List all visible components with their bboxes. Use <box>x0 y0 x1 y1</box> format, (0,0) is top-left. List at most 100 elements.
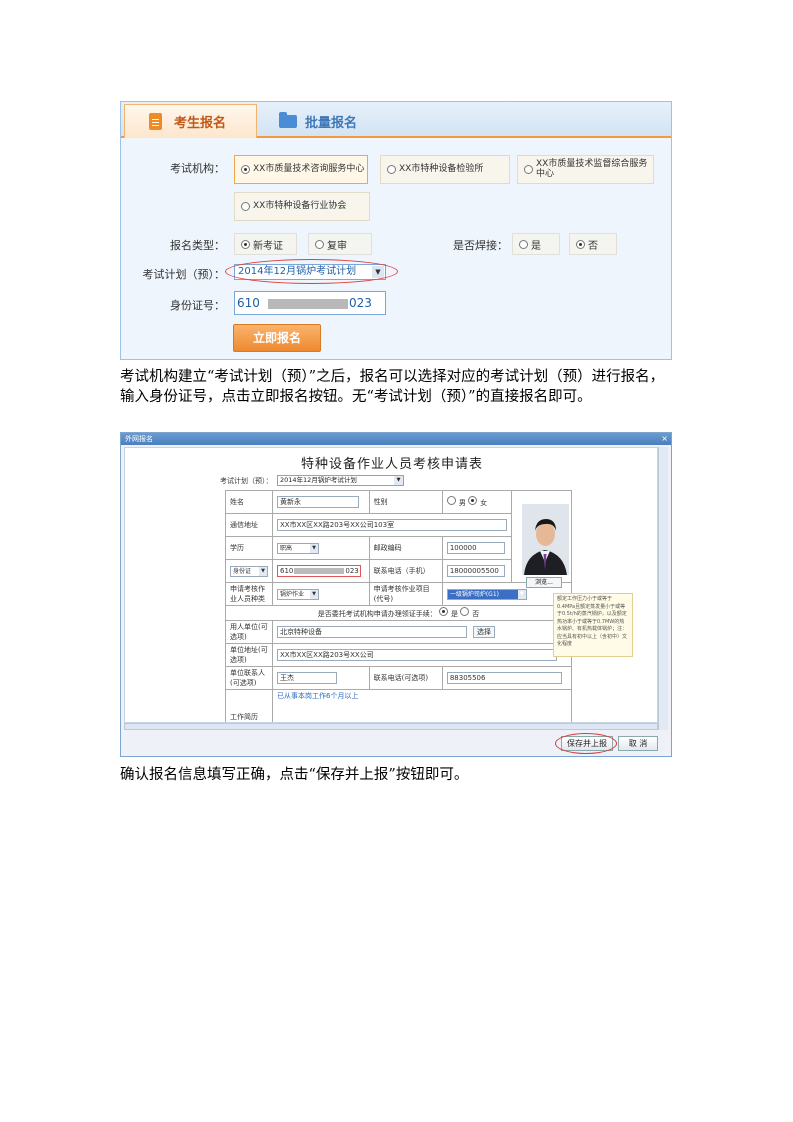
contact-phone-input[interactable]: 88305506 <box>446 672 562 684</box>
option-label: 女 <box>480 499 488 507</box>
tab-batch-registration[interactable]: 批量报名 <box>271 104 421 138</box>
id-prefix: 610 <box>280 567 294 575</box>
edu-value: 职高 <box>280 544 293 552</box>
institution-label: 考试机构： <box>170 162 225 175</box>
tab-label: 批量报名 <box>305 115 358 131</box>
radio-icon <box>524 165 533 174</box>
chevron-down-icon: ▼ <box>310 589 318 599</box>
radio-selected-icon <box>241 239 250 249</box>
chevron-down-icon: ▼ <box>259 566 267 576</box>
paragraph-2: 确认报名信息填写正确，点击“保存并上报”按钮即可。 <box>120 767 469 783</box>
postcode-input[interactable]: 100000 <box>446 542 505 554</box>
option-label: 复审 <box>327 240 347 252</box>
browse-button[interactable]: 浏览... <box>526 577 562 588</box>
unit-address-label: 单位地址(可选项) <box>225 643 273 667</box>
application-table: 姓名 黄新永 性别 男 女 通信地址 XX市XX区XX路203号XX公司103室… <box>225 490 573 722</box>
redaction-mask <box>268 299 348 309</box>
chevron-down-icon: ▼ <box>394 476 403 485</box>
edu-label: 学历 <box>225 536 273 560</box>
option-label: XX市质量技术监督综合服务中心 <box>536 159 648 179</box>
highlight-ellipse <box>225 259 398 284</box>
person-photo-icon <box>522 504 569 575</box>
option-label: 否 <box>588 240 598 252</box>
work-history-textarea[interactable]: 已从事本岗工作6个月以上 <box>277 692 358 700</box>
option-label: 是 <box>451 610 458 618</box>
category-value: 锅炉作业 <box>280 590 305 598</box>
idtype-value: 身份证 <box>233 567 252 575</box>
horizontal-scrollbar[interactable] <box>124 723 658 730</box>
address-label: 通信地址 <box>225 513 273 537</box>
id-number-input[interactable]: 610 023 <box>234 291 386 315</box>
type-option[interactable]: 新考证 <box>234 233 297 255</box>
tab-bar: 考生报名 批量报名 <box>121 102 671 138</box>
name-label: 姓名 <box>225 490 273 514</box>
address-input[interactable]: XX市XX区XX路203号XX公司103室 <box>277 519 507 531</box>
option-label: 新考证 <box>253 240 283 252</box>
option-label: XX市特种设备行业协会 <box>253 200 347 211</box>
radio-icon <box>241 202 250 211</box>
radio-icon <box>519 239 528 249</box>
choose-button[interactable]: 选择 <box>473 626 495 638</box>
option-label: 否 <box>472 610 480 618</box>
contact-input[interactable]: 王杰 <box>277 672 337 684</box>
option-label: 是 <box>531 240 541 252</box>
gender-label: 性别 <box>368 490 443 514</box>
applicant-photo <box>522 504 569 575</box>
unit-address-input[interactable]: XX市XX区XX路203号XX公司 <box>277 649 557 661</box>
chevron-down-icon: ▼ <box>517 589 526 599</box>
item-value: 一级锅炉司炉(G1) <box>449 590 499 598</box>
id-suffix: 023 <box>349 296 372 310</box>
id-number-input[interactable]: 610 023 <box>277 565 361 577</box>
tab-label: 考生报名 <box>174 116 227 131</box>
radio-icon[interactable] <box>446 496 456 505</box>
phone-input[interactable]: 18000005500 <box>446 565 505 577</box>
radio-icon <box>387 165 396 174</box>
document-icon <box>149 113 162 130</box>
category-select[interactable]: 锅炉作业 ▼ <box>277 588 319 600</box>
apply-now-button[interactable]: 立即报名 <box>233 324 321 352</box>
weld-label: 是否焊接： <box>453 239 508 252</box>
postcode-label: 邮政编码 <box>368 536 443 560</box>
type-label: 报名类型： <box>170 239 225 252</box>
employer-input[interactable]: 北京特种设备 <box>277 626 467 638</box>
type-option[interactable]: 复审 <box>308 233 372 255</box>
institution-option[interactable]: XX市质量技术监督综合服务中心 <box>517 155 654 184</box>
vertical-scrollbar[interactable] <box>658 447 668 730</box>
highlight-ellipse <box>555 733 617 754</box>
id-suffix: 023 <box>345 567 359 575</box>
gender-options: 男 女 <box>441 490 513 514</box>
option-label: XX市质量技术咨询服务中心 <box>253 163 365 174</box>
institution-option[interactable]: XX市质量技术咨询服务中心 <box>234 155 368 184</box>
institution-option[interactable]: XX市特种设备行业协会 <box>234 192 370 221</box>
plan-label: 考试计划（预）： <box>142 268 226 281</box>
weld-option[interactable]: 是 <box>512 233 560 255</box>
name-input[interactable]: 黄新永 <box>277 496 359 508</box>
idtype-select[interactable]: 身份证 ▼ <box>230 565 268 577</box>
item-select[interactable]: 一级锅炉司炉(G1) ▼ <box>446 588 527 600</box>
redaction-mask <box>294 568 345 574</box>
id-label: 身份证号： <box>170 299 225 312</box>
plan-select[interactable]: 2014年12月锅炉考试计划 ▼ <box>277 475 404 486</box>
registration-screenshot: 考生报名 批量报名 考试机构： XX市质量技术咨询服务中心 XX市特种设备检验所… <box>120 101 672 360</box>
contact-label: 单位联系人(可选项) <box>225 666 273 690</box>
phone-label: 联系电话（手机） <box>368 559 443 583</box>
plan-label: 考试计划（预）： <box>220 477 273 485</box>
application-dialog-screenshot: 外网报名 × 特种设备作业人员考核申请表 考试计划（预）： 2014年12月锅炉… <box>120 432 672 757</box>
tab-exam-registration[interactable]: 考生报名 <box>124 104 257 138</box>
institution-option[interactable]: XX市特种设备检验所 <box>380 155 510 184</box>
close-icon[interactable]: × <box>661 433 668 445</box>
radio-icon[interactable] <box>460 607 470 616</box>
work-label: 工作简历 <box>225 689 273 722</box>
radio-selected-icon <box>241 165 250 174</box>
cancel-button[interactable]: 取 消 <box>618 736 658 751</box>
category-label: 申请考核作业人员种类 <box>225 582 273 606</box>
edu-select[interactable]: 职高 ▼ <box>277 542 319 554</box>
contact-phone-label: 联系电话(可选项) <box>368 666 443 690</box>
dialog-title: 外网报名 <box>125 435 153 443</box>
radio-selected-icon[interactable] <box>468 496 478 505</box>
dialog-title-bar: 外网报名 <box>121 433 671 445</box>
item-label: 申请考核作业项目(代号) <box>368 582 443 606</box>
weld-option[interactable]: 否 <box>569 233 617 255</box>
radio-selected-icon[interactable] <box>439 607 448 616</box>
chevron-down-icon: ▼ <box>310 543 318 553</box>
